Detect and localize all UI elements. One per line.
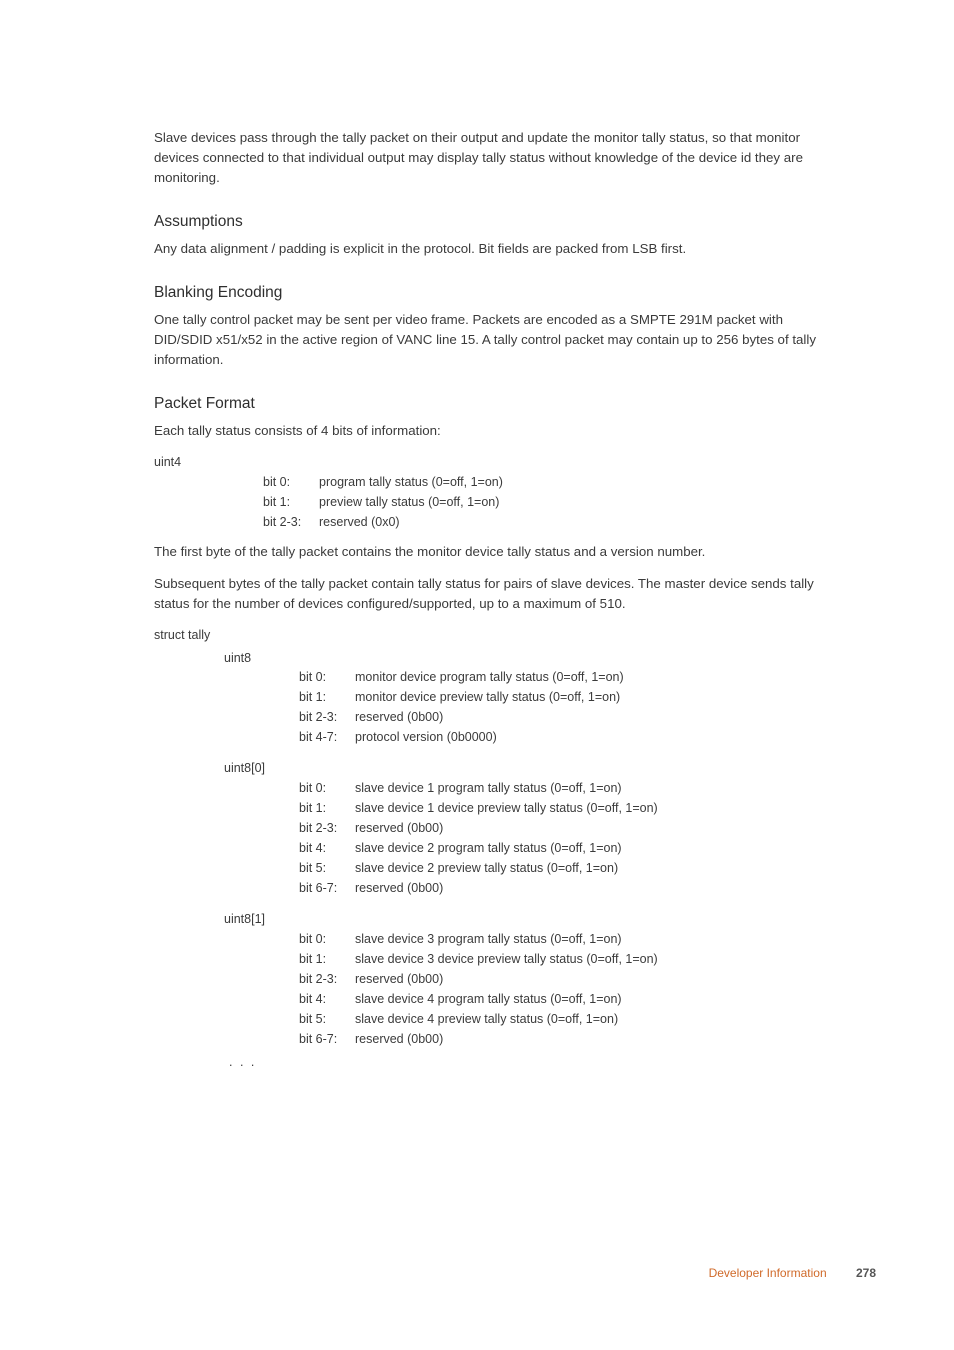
packet-mid-para-2: Subsequent bytes of the tally packet con…: [154, 574, 844, 614]
struct-row-uint8-0: uint8[0]: [154, 759, 844, 778]
bit-row: bit 2-3:reserved (0b00): [299, 969, 844, 989]
ellipsis: . . .: [229, 1053, 844, 1072]
bit-row: bit 6-7:reserved (0b00): [299, 878, 844, 898]
bit-row: bit 0:slave device 1 program tally statu…: [299, 778, 844, 798]
bit-key: bit 5:: [299, 858, 355, 878]
bit-key: bit 6-7:: [299, 878, 355, 898]
bit-val: reserved (0b00): [355, 818, 844, 838]
bit-key: bit 2-3:: [299, 707, 355, 727]
bit-key: bit 1:: [299, 798, 355, 818]
uint4-bits-table: bit 0:program tally status (0=off, 1=on)…: [263, 472, 844, 532]
bit-key: bit 1:: [299, 949, 355, 969]
bit-key: bit 4:: [299, 989, 355, 1009]
bit-key: bit 0:: [299, 778, 355, 798]
struct-type: uint8: [224, 649, 299, 668]
bit-val: slave device 2 preview tally status (0=o…: [355, 858, 844, 878]
bit-val: slave device 3 program tally status (0=o…: [355, 929, 844, 949]
footer-section: Developer Information: [709, 1266, 827, 1280]
bit-val: slave device 2 program tally status (0=o…: [355, 838, 844, 858]
bit-row: bit 6-7:reserved (0b00): [299, 1029, 844, 1049]
bit-key: bit 2-3:: [299, 818, 355, 838]
bit-row: bit 2-3:reserved (0b00): [299, 818, 844, 838]
bit-row: bit 4-7:protocol version (0b0000): [299, 727, 844, 747]
bit-key: bit 2-3:: [299, 969, 355, 989]
bit-val: slave device 4 program tally status (0=o…: [355, 989, 844, 1009]
bit-val: slave device 4 preview tally status (0=o…: [355, 1009, 844, 1029]
uint4-label: uint4: [154, 453, 224, 472]
bit-val: reserved (0b00): [355, 969, 844, 989]
uint8-bits-table: bit 0:monitor device program tally statu…: [299, 667, 844, 747]
struct-type: uint8[0]: [224, 759, 299, 778]
bit-row: bit 4:slave device 4 program tally statu…: [299, 989, 844, 1009]
bit-row: bit 1:monitor device preview tally statu…: [299, 687, 844, 707]
bit-row: bit 5:slave device 2 preview tally statu…: [299, 858, 844, 878]
bit-val: protocol version (0b0000): [355, 727, 844, 747]
bit-key: bit 5:: [299, 1009, 355, 1029]
bit-val: program tally status (0=off, 1=on): [319, 472, 844, 492]
struct-row-uint8: uint8: [154, 649, 844, 668]
page-footer: Developer Information 278: [709, 1264, 876, 1282]
struct-type: uint8[1]: [224, 910, 299, 929]
bit-row: bit 2-3:reserved (0b00): [299, 707, 844, 727]
bit-row: bit 1:preview tally status (0=off, 1=on): [263, 492, 844, 512]
bit-row: bit 1:slave device 1 device preview tall…: [299, 798, 844, 818]
struct-row-uint8-1: uint8[1]: [154, 910, 844, 929]
packet-mid-para-1: The first byte of the tally packet conta…: [154, 542, 844, 562]
bit-val: reserved (0b00): [355, 707, 844, 727]
bit-key: bit 4:: [299, 838, 355, 858]
bit-key: bit 6-7:: [299, 1029, 355, 1049]
bit-val: reserved (0b00): [355, 878, 844, 898]
page: Slave devices pass through the tally pac…: [0, 0, 954, 1350]
bit-row: bit 2-3:reserved (0x0): [263, 512, 844, 532]
bit-val: monitor device program tally status (0=o…: [355, 667, 844, 687]
bit-val: slave device 3 device preview tally stat…: [355, 949, 844, 969]
bit-val: slave device 1 device preview tally stat…: [355, 798, 844, 818]
heading-assumptions: Assumptions: [154, 210, 844, 233]
bit-val: monitor device preview tally status (0=o…: [355, 687, 844, 707]
struct-tally-label: struct tally: [154, 626, 844, 645]
bit-key: bit 1:: [263, 492, 319, 512]
uint4-block: uint4: [154, 453, 844, 472]
bit-key: bit 2-3:: [263, 512, 319, 532]
heading-blanking-encoding: Blanking Encoding: [154, 281, 844, 304]
packet-intro-paragraph: Each tally status consists of 4 bits of …: [154, 421, 844, 441]
bit-key: bit 0:: [299, 929, 355, 949]
uint8-1-bits-table: bit 0:slave device 3 program tally statu…: [299, 929, 844, 1049]
bit-row: bit 4:slave device 2 program tally statu…: [299, 838, 844, 858]
bit-val: reserved (0x0): [319, 512, 844, 532]
assumptions-paragraph: Any data alignment / padding is explicit…: [154, 239, 844, 259]
footer-page-number: 278: [856, 1266, 876, 1280]
bit-val: slave device 1 program tally status (0=o…: [355, 778, 844, 798]
bit-key: bit 4-7:: [299, 727, 355, 747]
bit-key: bit 0:: [263, 472, 319, 492]
heading-packet-format: Packet Format: [154, 392, 844, 415]
bit-row: bit 0:monitor device program tally statu…: [299, 667, 844, 687]
blanking-paragraph: One tally control packet may be sent per…: [154, 310, 844, 370]
uint8-0-bits-table: bit 0:slave device 1 program tally statu…: [299, 778, 844, 898]
bit-key: bit 1:: [299, 687, 355, 707]
bit-row: bit 5:slave device 4 preview tally statu…: [299, 1009, 844, 1029]
bit-key: bit 0:: [299, 667, 355, 687]
bit-val: preview tally status (0=off, 1=on): [319, 492, 844, 512]
bit-row: bit 0:slave device 3 program tally statu…: [299, 929, 844, 949]
bit-val: reserved (0b00): [355, 1029, 844, 1049]
bit-row: bit 0:program tally status (0=off, 1=on): [263, 472, 844, 492]
intro-paragraph: Slave devices pass through the tally pac…: [154, 128, 844, 188]
bit-row: bit 1:slave device 3 device preview tall…: [299, 949, 844, 969]
